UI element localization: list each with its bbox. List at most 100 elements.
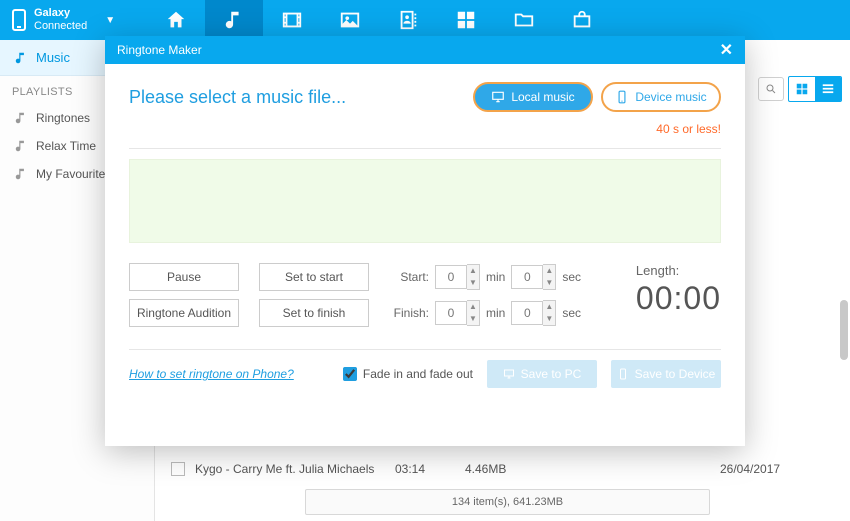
search-button[interactable] xyxy=(758,77,784,101)
toolbar-right xyxy=(758,76,842,102)
up-icon[interactable]: ▲ xyxy=(467,265,479,277)
sidebar-tab-label: Music xyxy=(36,50,70,65)
save-to-device-button[interactable]: Save to Device xyxy=(611,360,721,388)
status-text: 134 item(s), 641.23MB xyxy=(452,496,563,508)
device-selector[interactable]: Galaxy Connected ▼ xyxy=(0,0,127,40)
finish-min-input[interactable] xyxy=(435,301,467,325)
down-icon[interactable]: ▼ xyxy=(467,277,479,289)
pause-button[interactable]: Pause xyxy=(129,263,239,291)
nav-toolbox[interactable] xyxy=(553,0,611,40)
monitor-icon xyxy=(491,90,505,104)
nav-contacts[interactable] xyxy=(379,0,437,40)
modal-body: Please select a music file... Local musi… xyxy=(105,64,745,446)
local-music-button[interactable]: Local music xyxy=(473,82,593,112)
min-unit: min xyxy=(486,270,505,284)
waveform-area[interactable] xyxy=(129,159,721,243)
up-icon[interactable]: ▲ xyxy=(543,301,555,313)
nav-music[interactable] xyxy=(205,0,263,40)
select-row: Please select a music file... Local musi… xyxy=(129,82,721,112)
phone-icon xyxy=(617,368,629,380)
scrollbar[interactable] xyxy=(840,300,848,360)
device-text: Galaxy Connected xyxy=(34,7,87,33)
close-icon[interactable]: ✕ xyxy=(720,40,733,60)
ringtone-maker-modal: Ringtone Maker ✕ Please select a music f… xyxy=(105,36,745,446)
up-icon[interactable]: ▲ xyxy=(543,265,555,277)
save-pc-label: Save to PC xyxy=(521,367,582,381)
limit-text: 40 s or less! xyxy=(129,122,721,136)
view-toggle xyxy=(788,76,842,102)
nav-files[interactable] xyxy=(495,0,553,40)
music-note-icon xyxy=(14,51,28,65)
fade-checkbox[interactable]: Fade in and fade out xyxy=(343,367,473,381)
start-min-spinner[interactable]: ▲▼ xyxy=(435,264,480,290)
nav-photos[interactable] xyxy=(321,0,379,40)
nav-video[interactable] xyxy=(263,0,321,40)
modal-footer: How to set ringtone on Phone? Fade in an… xyxy=(129,349,721,388)
help-link[interactable]: How to set ringtone on Phone? xyxy=(129,367,294,381)
phone-icon xyxy=(12,9,26,31)
monitor-icon xyxy=(503,368,515,380)
start-min-input[interactable] xyxy=(435,265,467,289)
sidebar-item-label: Ringtones xyxy=(36,111,90,125)
status-bar: 134 item(s), 641.23MB xyxy=(305,489,710,515)
music-note-icon xyxy=(14,111,28,125)
length-value: 00:00 xyxy=(636,280,721,317)
time-col: Start: ▲▼ min ▲▼ sec Finish: ▲▼ min ▲▼ s… xyxy=(389,263,581,335)
phone-icon xyxy=(615,90,629,104)
sec-unit: sec xyxy=(562,270,581,284)
track-name: Kygo - Carry Me ft. Julia Michaels xyxy=(195,462,395,476)
divider xyxy=(129,148,721,149)
local-music-label: Local music xyxy=(511,90,574,104)
top-header: Galaxy Connected ▼ xyxy=(0,0,850,40)
fade-checkbox-input[interactable] xyxy=(343,367,357,381)
min-unit: min xyxy=(486,306,505,320)
list-view-button[interactable] xyxy=(815,77,841,101)
modal-title: Ringtone Maker xyxy=(117,43,202,57)
prompt-text: Please select a music file... xyxy=(129,87,346,108)
start-label: Start: xyxy=(389,270,429,284)
down-icon[interactable]: ▼ xyxy=(543,277,555,289)
device-name: Galaxy xyxy=(34,7,87,20)
save-device-label: Save to Device xyxy=(635,367,716,381)
length-label: Length: xyxy=(636,263,721,278)
up-icon[interactable]: ▲ xyxy=(467,301,479,313)
sidebar-item-label: Relax Time xyxy=(36,139,96,153)
nav-apps[interactable] xyxy=(437,0,495,40)
audition-button[interactable]: Ringtone Audition xyxy=(129,299,239,327)
device-music-label: Device music xyxy=(635,90,706,104)
grid-view-button[interactable] xyxy=(789,77,815,101)
set-col: Set to start Set to finish xyxy=(259,263,369,327)
finish-sec-input[interactable] xyxy=(511,301,543,325)
track-duration: 03:14 xyxy=(395,462,465,476)
down-icon[interactable]: ▼ xyxy=(467,313,479,325)
table-row[interactable]: Kygo - Carry Me ft. Julia Michaels 03:14… xyxy=(165,455,840,483)
finish-sec-spinner[interactable]: ▲▼ xyxy=(511,300,556,326)
start-sec-spinner[interactable]: ▲▼ xyxy=(511,264,556,290)
finish-row: Finish: ▲▼ min ▲▼ sec xyxy=(389,299,581,327)
music-note-icon xyxy=(14,139,28,153)
device-status: Connected xyxy=(34,20,87,33)
set-finish-button[interactable]: Set to finish xyxy=(259,299,369,327)
set-start-button[interactable]: Set to start xyxy=(259,263,369,291)
track-size: 4.46MB xyxy=(465,462,615,476)
chevron-down-icon: ▼ xyxy=(105,15,115,26)
fade-label: Fade in and fade out xyxy=(363,367,473,381)
track-date: 26/04/2017 xyxy=(720,462,840,476)
music-note-icon xyxy=(14,167,28,181)
play-col: Pause Ringtone Audition xyxy=(129,263,239,327)
nav-icons xyxy=(147,0,611,40)
start-sec-input[interactable] xyxy=(511,265,543,289)
sec-unit: sec xyxy=(562,306,581,320)
save-to-pc-button[interactable]: Save to PC xyxy=(487,360,597,388)
finish-min-spinner[interactable]: ▲▼ xyxy=(435,300,480,326)
sidebar-item-label: My Favourite xyxy=(36,167,105,181)
device-music-button[interactable]: Device music xyxy=(601,82,721,112)
modal-titlebar: Ringtone Maker ✕ xyxy=(105,36,745,64)
source-buttons: Local music Device music xyxy=(473,82,721,112)
down-icon[interactable]: ▼ xyxy=(543,313,555,325)
start-row: Start: ▲▼ min ▲▼ sec xyxy=(389,263,581,291)
nav-home[interactable] xyxy=(147,0,205,40)
length-col: Length: 00:00 xyxy=(636,263,721,317)
row-checkbox[interactable] xyxy=(171,462,185,476)
finish-label: Finish: xyxy=(389,306,429,320)
